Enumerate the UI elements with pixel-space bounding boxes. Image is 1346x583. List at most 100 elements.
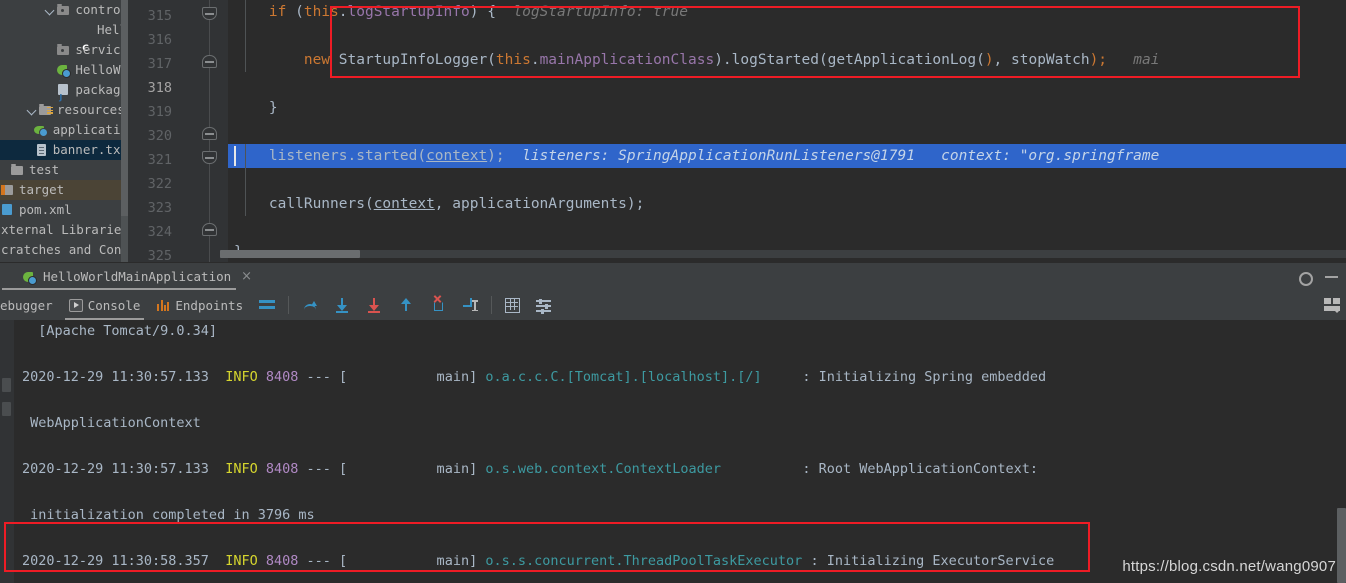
code-line-318[interactable]: listeners.started(context); listeners: S… <box>228 144 1346 168</box>
chevron-down-icon[interactable] <box>44 4 56 16</box>
fold-marker-317[interactable] <box>202 55 217 70</box>
tab-console-label: Console <box>87 297 141 313</box>
tab-console[interactable]: Console <box>61 290 149 320</box>
console-token: 2020-12-29 11:30:57.133 <box>22 369 226 385</box>
project-tree[interactable]: controlCHellserviceHelloWopackageresourc… <box>0 0 128 262</box>
code-editor[interactable]: if (this.logStartupInfo) { logStartupInf… <box>228 0 1346 262</box>
run-tab-helloworldmainapplication[interactable]: HelloWorldMainApplication × <box>14 263 260 290</box>
console-token: INFO <box>225 461 258 477</box>
run-tab-label: HelloWorldMainApplication <box>43 269 232 284</box>
run-to-cursor-button[interactable] <box>454 290 486 320</box>
tree-item-package[interactable]: package <box>0 80 128 108</box>
code-token: logStartupInfo: true <box>495 4 688 20</box>
tree-item-target[interactable]: target <box>0 180 128 200</box>
tree-scrollbar-thumb[interactable] <box>121 0 128 216</box>
tree-item-xternal-libraries[interactable]: xternal Libraries <box>0 220 128 240</box>
console-token: o.s.s.concurrent.ThreadPoolTaskExecutor <box>485 553 811 569</box>
xml-file-icon <box>0 203 15 217</box>
console-token: 8408 <box>265 461 299 477</box>
force-step-into-button[interactable] <box>358 290 390 320</box>
code-token: ); <box>487 148 505 164</box>
fold-marker-321[interactable] <box>202 151 217 166</box>
tab-endpoints-label: Endpoints <box>175 297 244 313</box>
settings-sliders-icon <box>536 298 552 314</box>
console-line: 2020-12-29 11:30:57.133 INFO 8408 --- [ … <box>0 458 1346 481</box>
console-token: main] <box>347 369 486 385</box>
gear-icon[interactable] <box>1297 270 1313 286</box>
step-into-icon <box>334 297 350 313</box>
table-icon <box>505 297 521 313</box>
console-scrollbar-thumb[interactable] <box>1337 508 1346 583</box>
drop-frame-icon <box>430 295 446 313</box>
code-token: ) <box>984 52 994 68</box>
console-token <box>298 461 306 477</box>
editor-region: 315 316 317 318 319 320 321 322 323 324 325 if (th… <box>0 0 1346 264</box>
fold-marker-324[interactable] <box>202 223 217 238</box>
tree-item-hellowo[interactable]: HelloWo <box>0 60 128 80</box>
yaml-spring-icon <box>33 123 49 137</box>
console-token: 2020-12-29 11:30:57.133 <box>22 461 226 477</box>
tree-item-service[interactable]: service <box>0 40 128 60</box>
code-token: context <box>373 196 435 212</box>
tab-debugger[interactable]: ebugger <box>0 290 61 320</box>
step-over-button[interactable] <box>294 290 326 320</box>
code-token: mai <box>1107 52 1160 68</box>
console-line: initialization completed in 3796 ms <box>0 504 1346 527</box>
tree-item-control[interactable]: control <box>0 0 128 20</box>
console-token: 8408 <box>265 369 299 385</box>
evaluate-expression-button[interactable] <box>497 290 528 320</box>
console-token: : Initializing Spring embedded <box>802 369 1047 385</box>
tree-item-label: resources <box>57 102 125 117</box>
fold-marker-315[interactable] <box>202 7 217 22</box>
code-token: } <box>234 100 278 116</box>
show-all-frames-button[interactable] <box>251 290 283 320</box>
code-line-319[interactable]: callRunners(context, applicationArgument… <box>228 192 1346 216</box>
console-text: [Apache Tomcat/9.0.34] <box>22 323 218 339</box>
endpoints-icon <box>156 298 170 312</box>
tree-item-test[interactable]: test <box>0 160 128 180</box>
fold-marker-320[interactable] <box>202 127 217 142</box>
console-token: o.s.web.context.ContextLoader <box>485 461 803 477</box>
editor-gutter: 315 316 317 318 319 320 321 322 323 324 325 <box>128 0 228 264</box>
console-text: WebApplicationContext <box>22 415 201 431</box>
text-file-icon <box>34 143 49 157</box>
console-token <box>298 553 306 569</box>
tab-debugger-label: ebugger <box>0 297 53 313</box>
console-line: 2020-12-29 11:30:57.133 INFO 8408 --- [ … <box>0 366 1346 389</box>
tree-item-pom-xml[interactable]: pom.xml <box>0 200 128 220</box>
tree-item-hell[interactable]: C Hell <box>0 20 128 56</box>
java-class-icon: C <box>78 23 93 56</box>
tree-item-banner-txt[interactable]: banner.txt <box>0 140 128 160</box>
code-token: ) { <box>469 4 496 20</box>
tree-item-cratches-and-consol[interactable]: cratches and Consol <box>0 240 128 260</box>
watermark-url: https://blog.csdn.net/wang0907 <box>1122 558 1336 575</box>
step-over-icon <box>302 297 318 313</box>
settings-button[interactable] <box>528 290 559 320</box>
chevron-down-icon[interactable] <box>26 104 38 116</box>
minimize-icon[interactable] <box>1325 275 1338 278</box>
editor-hscrollbar-track[interactable] <box>220 250 1346 258</box>
layout-settings-button[interactable] <box>1324 290 1340 320</box>
console-line: [Apache Tomcat/9.0.34] <box>0 320 1346 343</box>
folder-package-icon <box>56 3 71 17</box>
code-line-317[interactable]: } <box>228 96 1346 120</box>
tree-item-label: applicatio <box>52 122 128 137</box>
hamburger-icon <box>259 299 276 311</box>
tree-item-applicatio[interactable]: applicatio <box>0 120 128 140</box>
console-token <box>258 553 266 569</box>
console-output[interactable]: [Apache Tomcat/9.0.34] 2020-12-29 11:30:5… <box>0 320 1346 583</box>
code-line-316[interactable]: new StartupInfoLogger(this.mainApplicati… <box>228 48 1346 72</box>
close-icon[interactable]: × <box>241 269 252 284</box>
tree-item-label: test <box>29 162 60 177</box>
editor-hscrollbar-thumb[interactable] <box>220 250 360 258</box>
code-line-315[interactable]: if (this.logStartupInfo) { logStartupInf… <box>228 0 1346 24</box>
step-out-button[interactable] <box>390 290 422 320</box>
tree-item-label: target <box>19 182 65 197</box>
code-token: this <box>495 52 531 68</box>
console-token: --- [ <box>306 369 348 385</box>
toolbar-divider <box>288 296 290 314</box>
step-into-button[interactable] <box>326 290 358 320</box>
tab-endpoints[interactable]: Endpoints <box>148 290 251 320</box>
drop-frame-button[interactable] <box>422 290 454 320</box>
tree-item-resources[interactable]: resources <box>0 100 128 120</box>
